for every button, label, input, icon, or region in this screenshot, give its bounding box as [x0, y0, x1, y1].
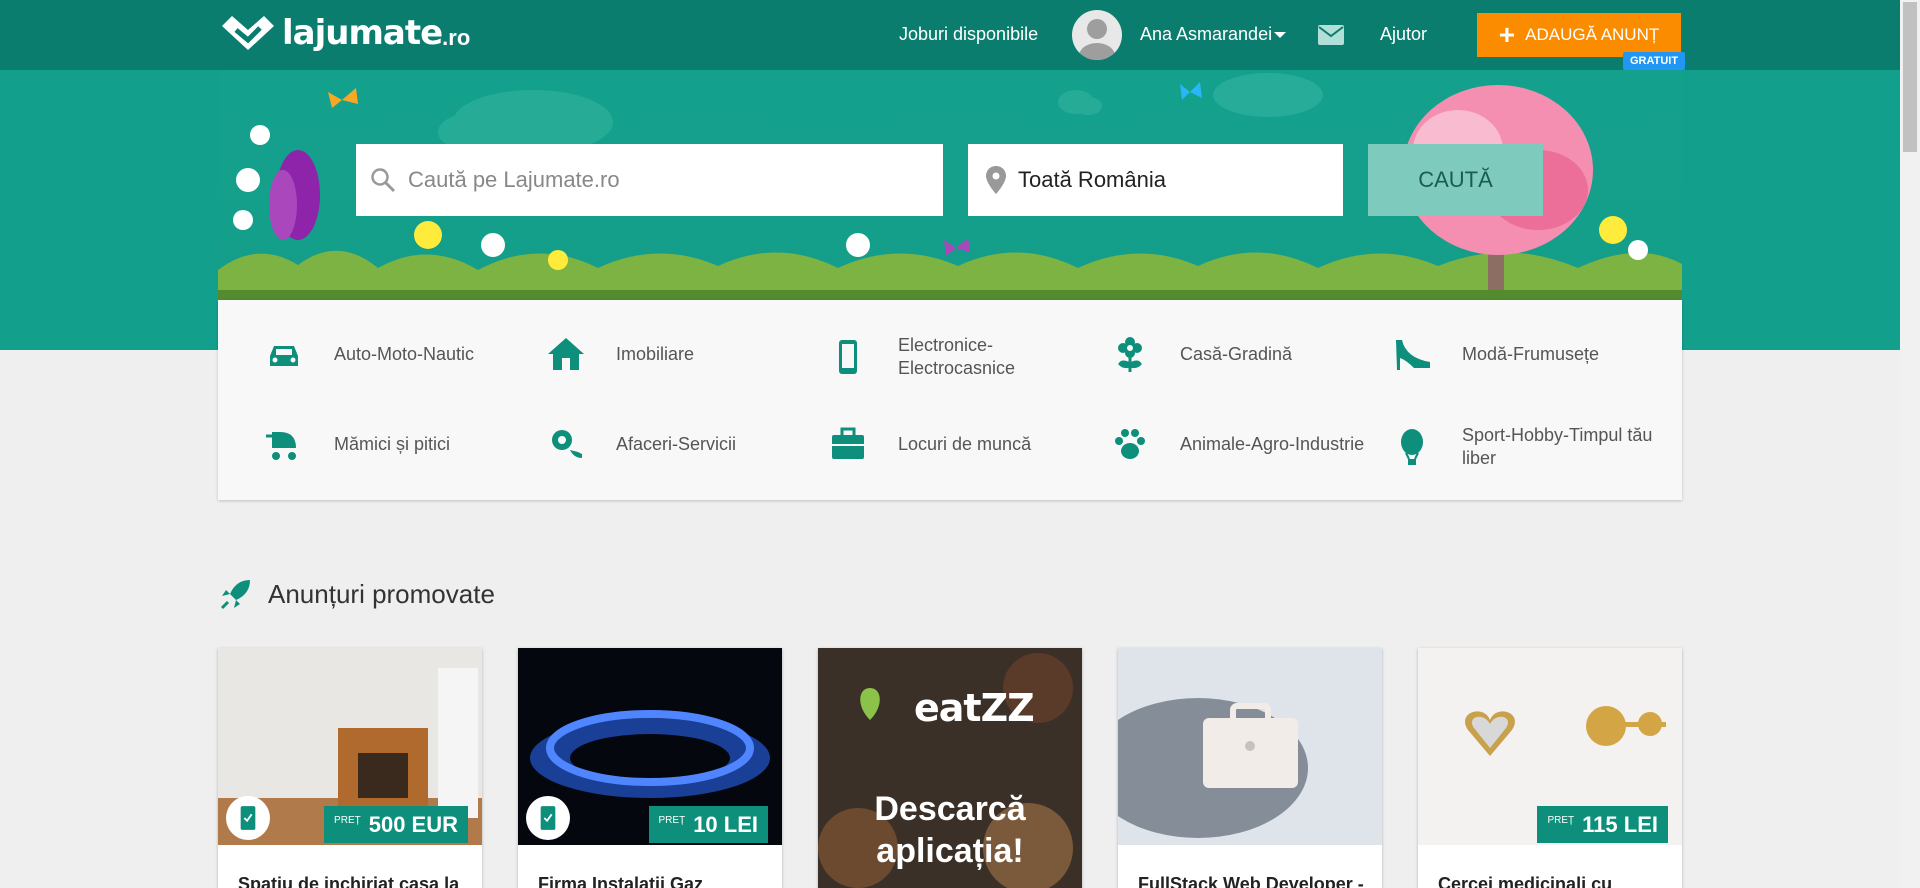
free-badge: GRATUIT: [1623, 52, 1686, 70]
category-label: Mămici și pitici: [334, 433, 451, 454]
listing-title[interactable]: Spatiu de inchiriat casa la: [238, 874, 459, 888]
logo-text: lajumate: [282, 13, 443, 53]
hot-air-balloon-icon: [1401, 429, 1423, 465]
gear-phone-icon: [552, 430, 582, 458]
user-avatar-icon: [1079, 19, 1115, 60]
category-electronics[interactable]: Electronice-Electrocasnice: [828, 334, 1098, 380]
category-label: Locuri de muncă: [898, 433, 1032, 454]
promo-line-1: Descarcă: [874, 790, 1026, 828]
category-kids[interactable]: Mămici și pitici: [264, 424, 534, 464]
stroller-icon: [266, 432, 296, 460]
price-tag: PREȚ 10 LEI: [648, 806, 768, 843]
category-business[interactable]: Afaceri-Servicii: [546, 424, 816, 464]
car-icon: [270, 346, 298, 366]
jobs-link[interactable]: Joburi disponibile: [899, 24, 1038, 45]
category-animals[interactable]: Animale-Agro-Industrie: [1110, 424, 1380, 464]
categories-panel: Auto-Moto-Nautic Imobiliare Electronice-…: [218, 300, 1682, 500]
top-navbar: lajumate .ro Joburi disponibile Ana Asma…: [0, 0, 1900, 70]
mobile-verified-icon: [526, 796, 570, 840]
logo-tld: .ro: [442, 25, 471, 50]
avatar[interactable]: [1072, 10, 1122, 60]
price-value: 500 EUR: [368, 811, 458, 837]
category-label: Auto-Moto-Nautic: [334, 343, 475, 364]
category-auto[interactable]: Auto-Moto-Nautic: [264, 334, 534, 374]
price-label: PREȚ: [334, 815, 361, 826]
heel-shoe-icon: [1396, 340, 1430, 370]
category-sport-hobby[interactable]: Sport-Hobby-Timpul tău liber: [1392, 424, 1662, 470]
logo-handshake-icon: [222, 16, 274, 50]
mail-icon[interactable]: [1318, 25, 1344, 45]
plus-icon: +: [1498, 19, 1516, 50]
category-label: Imobiliare: [616, 343, 695, 364]
promoted-title: Anunțuri promovate: [268, 578, 495, 609]
search-input[interactable]: [408, 167, 908, 193]
category-label: Afaceri-Servicii: [616, 433, 737, 454]
page-scrollbar[interactable]: [1900, 0, 1920, 888]
phone-icon: [839, 340, 857, 374]
location-pin-icon: [986, 166, 1006, 194]
category-label: Animale-Agro-Industrie: [1180, 433, 1365, 454]
paw-icon: [1115, 429, 1145, 459]
promoted-card-ad[interactable]: eatZZ Descarcă aplicația!: [818, 648, 1082, 888]
promoted-card[interactable]: PREȚ 10 LEI Firma Instalatii Gaz: [518, 648, 782, 888]
eatzz-brand: eatZZ: [914, 686, 1035, 730]
category-label: Electronice-Electrocasnice: [898, 335, 1016, 378]
user-name[interactable]: Ana Asmarandei: [1140, 24, 1272, 45]
listing-photo: [1118, 648, 1382, 845]
search-icon: [371, 168, 396, 193]
category-jobs[interactable]: Locuri de muncă: [828, 424, 1098, 464]
category-real-estate[interactable]: Imobiliare: [546, 334, 816, 374]
site-logo[interactable]: lajumate .ro: [218, 12, 470, 54]
promoted-section-title: Anunțuri promovate: [218, 576, 495, 612]
category-label: Modă-Frumusețe: [1462, 343, 1600, 364]
category-home-garden[interactable]: Casă-Gradină: [1110, 334, 1380, 374]
price-value: 115 LEI: [1582, 811, 1658, 837]
location-input[interactable]: [1018, 167, 1318, 193]
flower-icon: [1118, 337, 1142, 372]
promoted-card[interactable]: PREȚ 115 LEI Cercei medicinali cu: [1418, 648, 1682, 888]
price-value: 10 LEI: [693, 811, 758, 837]
briefcase-icon: [832, 427, 864, 459]
scrollbar-thumb[interactable]: [1903, 2, 1917, 152]
price-label: PREȚ: [1547, 815, 1575, 826]
price-label: PREȚ: [658, 815, 686, 826]
search-button[interactable]: CAUTĂ: [1368, 144, 1543, 216]
help-link[interactable]: Ajutor: [1380, 24, 1427, 45]
listing-title[interactable]: Firma Instalatii Gaz: [538, 874, 703, 888]
house-icon: [548, 338, 584, 370]
mobile-verified-icon: [226, 796, 270, 840]
add-listing-button[interactable]: + ADAUGĂ ANUNȚ: [1477, 13, 1681, 57]
search-field[interactable]: [356, 144, 943, 216]
rocket-icon: [220, 580, 250, 610]
chevron-down-icon[interactable]: [1274, 32, 1286, 38]
category-label: Casă-Gradină: [1180, 343, 1293, 364]
promoted-card[interactable]: PREȚ 500 EUR Spatiu de inchiriat casa la: [218, 648, 482, 888]
promo-line-2: aplicația!: [876, 832, 1024, 870]
price-tag: PREȚ 500 EUR: [324, 806, 468, 843]
promoted-card[interactable]: FullStack Web Developer -: [1118, 648, 1382, 888]
add-listing-label: ADAUGĂ ANUNȚ: [1525, 25, 1660, 44]
listing-title[interactable]: FullStack Web Developer -: [1138, 874, 1364, 888]
location-field[interactable]: [968, 144, 1343, 216]
category-fashion[interactable]: Modă-Frumusețe: [1392, 334, 1662, 374]
category-label: Sport-Hobby-Timpul tău liber: [1462, 425, 1653, 468]
app-promo-text: Descarcă aplicația!: [818, 788, 1082, 872]
listing-title[interactable]: Cercei medicinali cu: [1438, 874, 1612, 888]
price-tag: PREȚ 115 LEI: [1537, 806, 1668, 843]
